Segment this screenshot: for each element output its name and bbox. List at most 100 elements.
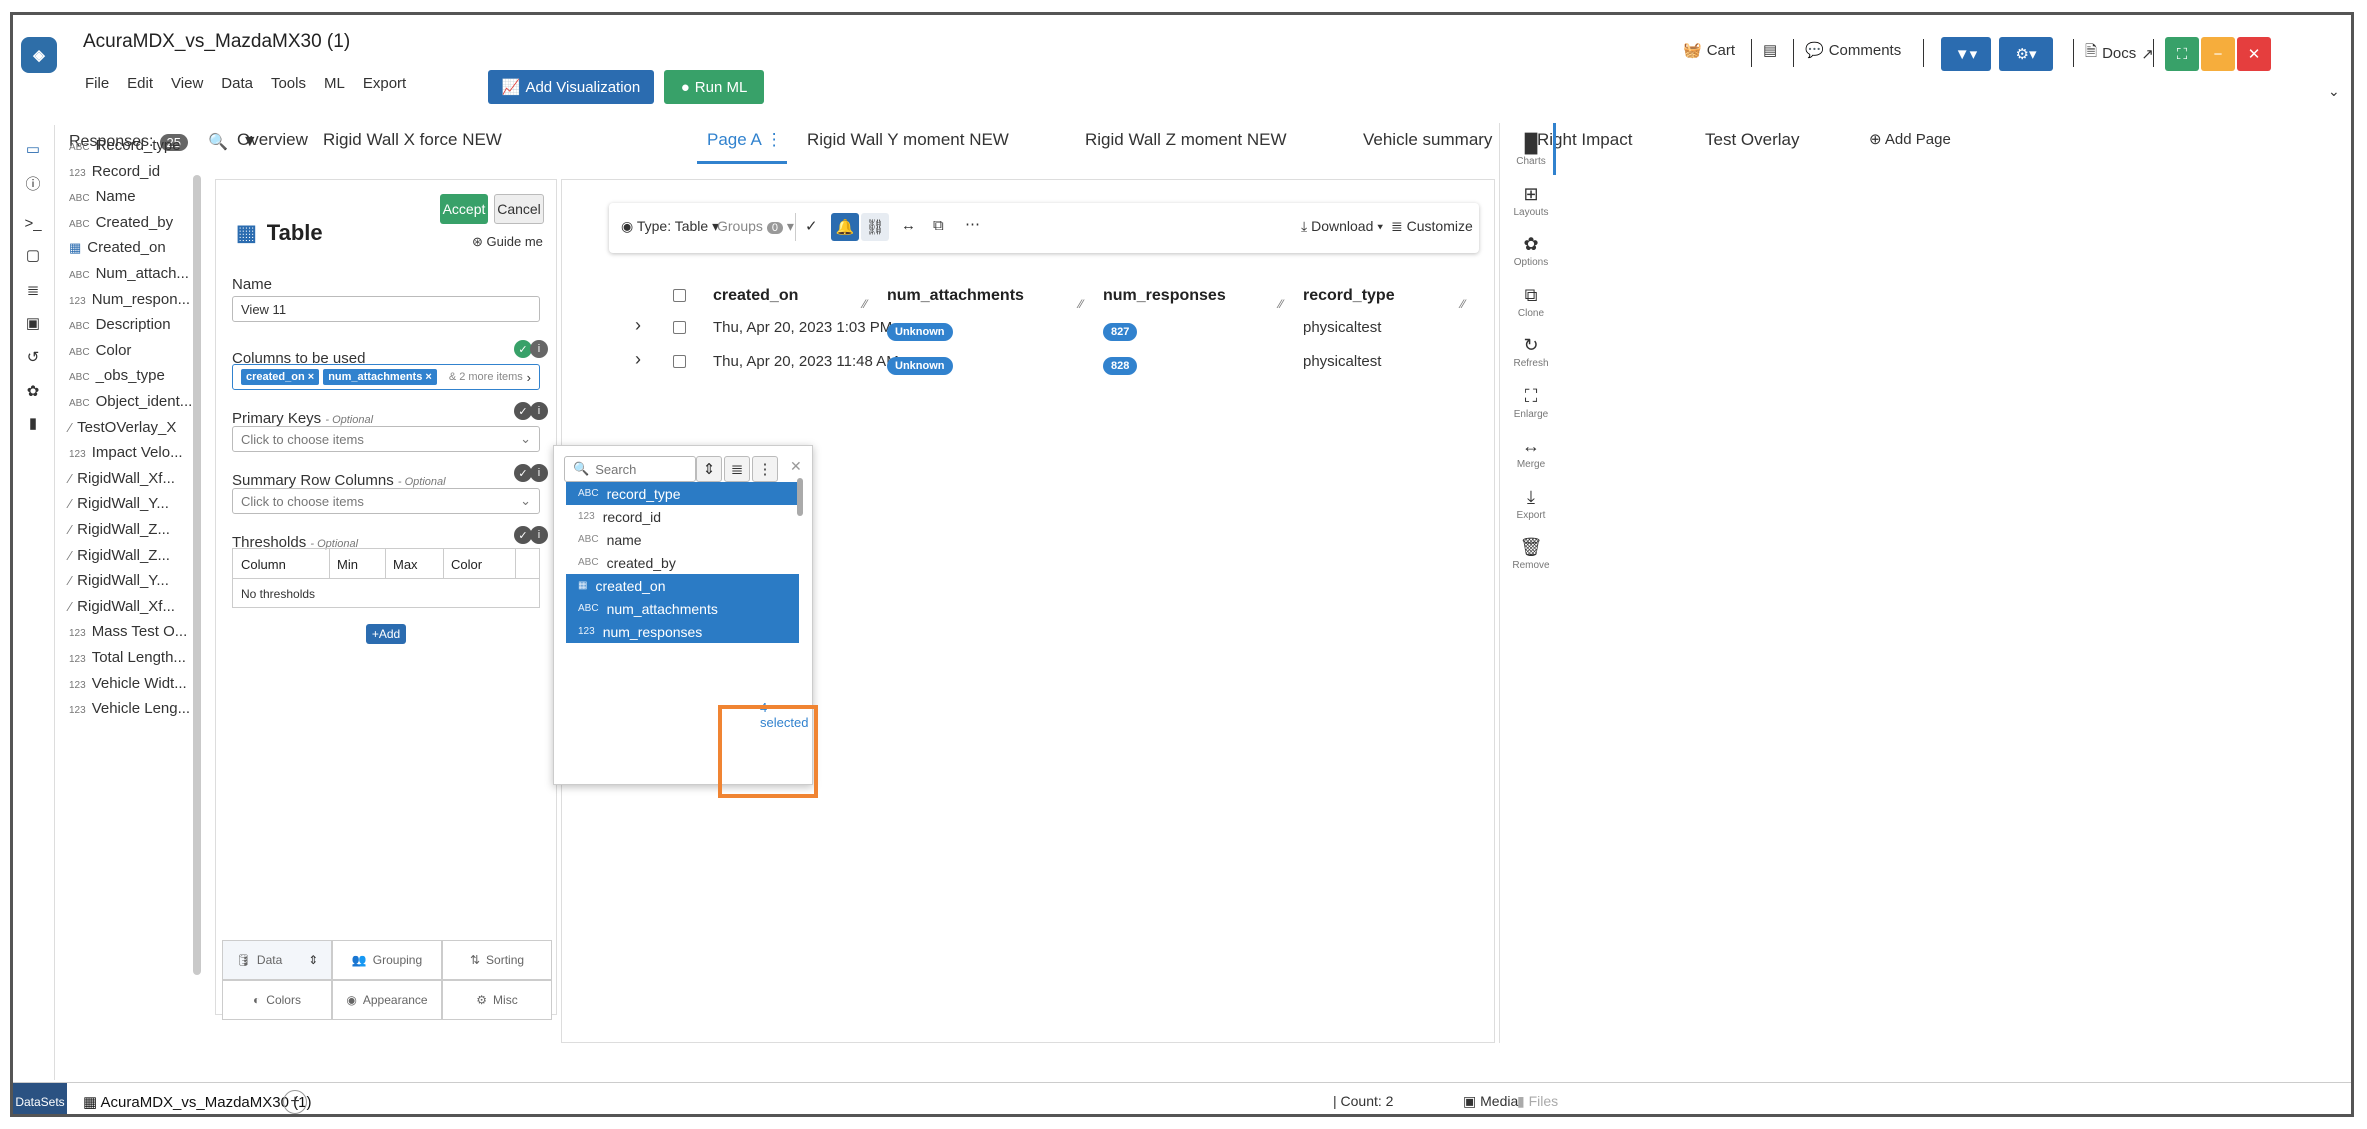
bell-icon[interactable]: 🔔: [831, 213, 859, 241]
tab-rigid-wall-x-force[interactable]: Rigid Wall X force NEW: [323, 130, 502, 150]
rail-layouts-button[interactable]: ⊞ Layouts: [1503, 184, 1559, 218]
add-visualization-button[interactable]: 📈 Add Visualization: [488, 70, 654, 104]
summary-row-select[interactable]: Click to choose items ⌄: [232, 488, 540, 514]
response-item[interactable]: ABC Record_type: [69, 137, 181, 154]
rail-refresh-button[interactable]: ↻ Refresh: [1503, 335, 1559, 369]
header-record-type[interactable]: record_type: [1303, 287, 1395, 305]
dropdown-search-input[interactable]: 🔍 Search: [564, 456, 696, 482]
menu-ml[interactable]: ML: [324, 75, 345, 92]
docs-link[interactable]: 🗎 Docs ↗: [2085, 41, 2154, 66]
response-item[interactable]: ABC Name: [69, 188, 136, 205]
more-icon[interactable]: ⋯: [965, 215, 980, 233]
rail-charts-button[interactable]: ▐▌ Charts: [1503, 133, 1559, 167]
response-item[interactable]: 123 Mass Test O...: [69, 623, 187, 640]
response-item[interactable]: 123 Num_respon...: [69, 291, 190, 308]
dataset-tab[interactable]: ▦ AcuraMDX_vs_MazdaMX30 (1): [83, 1093, 311, 1111]
response-item[interactable]: 123 Impact Velo...: [69, 444, 183, 461]
response-item[interactable]: ABC _obs_type: [69, 367, 165, 384]
resize-handle[interactable]: ⁄⁄: [1461, 297, 1465, 311]
dropdown-option[interactable]: ABC record_type: [566, 482, 799, 505]
info-icon[interactable]: i: [530, 402, 548, 420]
expand-row-icon[interactable]: ›: [635, 315, 641, 336]
dropdown-option[interactable]: 123 record_id: [566, 505, 799, 528]
tree-icon[interactable]: ⛓: [861, 213, 889, 241]
rail-enlarge-button[interactable]: ⛶ Enlarge: [1503, 386, 1559, 420]
image-icon[interactable]: ▣: [23, 313, 43, 333]
response-item[interactable]: ▦ Created_on: [69, 239, 166, 256]
dropdown-option[interactable]: ABC created_by: [566, 551, 799, 574]
run-ml-button[interactable]: ● Run ML: [664, 70, 764, 104]
expand-row-icon[interactable]: ›: [635, 349, 641, 370]
response-item[interactable]: ⁄ RigidWall_Y...: [69, 495, 169, 512]
menu-file[interactable]: File: [85, 75, 109, 92]
response-item[interactable]: ⁄ RigidWall_Xf...: [69, 470, 175, 487]
guide-me-link[interactable]: ⊛ Guide me: [472, 234, 543, 250]
info-icon[interactable]: i: [530, 464, 548, 482]
rail-remove-button[interactable]: 🗑 Remove: [1503, 537, 1559, 571]
gear-icon[interactable]: ✿: [23, 381, 43, 401]
close-icon[interactable]: ✕: [790, 458, 802, 475]
response-item[interactable]: 123 Vehicle Leng...: [69, 700, 190, 717]
rail-export-button[interactable]: ⤓ Export: [1503, 487, 1559, 521]
resize-handle[interactable]: ⁄⁄: [863, 297, 867, 311]
filter-menu-button[interactable]: ▼▾: [1941, 37, 1991, 71]
type-dropdown[interactable]: ◉ Type: Table ▾: [621, 218, 719, 235]
menu-edit[interactable]: Edit: [127, 75, 153, 92]
sort-icon[interactable]: ⇕: [696, 456, 722, 482]
minimize-window-button[interactable]: −: [2201, 37, 2235, 71]
tab-rigid-wall-y-moment[interactable]: Rigid Wall Y moment NEW: [807, 130, 1009, 150]
groups-dropdown[interactable]: Groups 0 ▾: [717, 218, 794, 235]
resize-handle[interactable]: ⁄⁄: [1079, 297, 1083, 311]
info-icon[interactable]: ⓘ: [23, 173, 43, 193]
settings-tab-appearance[interactable]: ◉ Appearance: [332, 980, 442, 1020]
row-checkbox[interactable]: [673, 355, 686, 368]
response-item[interactable]: ⁄ RigidWall_Z...: [69, 547, 170, 564]
response-item[interactable]: 123 Total Length...: [69, 649, 186, 666]
more-vertical-icon[interactable]: ⋮: [752, 456, 778, 482]
comments-button[interactable]: 💬 Comments: [1805, 41, 1901, 60]
response-item[interactable]: ABC Num_attach...: [69, 265, 189, 282]
header-created-on[interactable]: created_on: [713, 287, 798, 305]
cart-button[interactable]: 🧺 Cart: [1683, 41, 1735, 60]
header-num-responses[interactable]: num_responses: [1103, 287, 1226, 305]
response-item[interactable]: ABC Description: [69, 316, 171, 333]
menu-export[interactable]: Export: [363, 75, 406, 92]
response-item[interactable]: ⁄ RigidWall_Z...: [69, 521, 170, 538]
tab-rigid-wall-z-moment[interactable]: Rigid Wall Z moment NEW: [1085, 130, 1287, 150]
row-checkbox[interactable]: [673, 321, 686, 334]
terminal-icon[interactable]: >_: [23, 213, 43, 233]
customize-button[interactable]: ≣ Customize: [1391, 218, 1473, 235]
square-icon[interactable]: ▢: [23, 245, 43, 265]
check-double-icon[interactable]: ✓: [805, 217, 818, 235]
menu-data[interactable]: Data: [221, 75, 253, 92]
response-item[interactable]: ⁄ RigidWall_Xf...: [69, 598, 175, 615]
resize-handle[interactable]: ⁄⁄: [1279, 297, 1283, 311]
select-all-checkbox[interactable]: [673, 289, 686, 302]
dropdown-option[interactable]: ABC name: [566, 528, 799, 551]
settings-menu-button[interactable]: ⚙▾: [1999, 37, 2053, 71]
history-icon[interactable]: ↺: [23, 347, 43, 367]
layout-icon[interactable]: ▤: [1763, 41, 1777, 59]
settings-tab-data[interactable]: 🛢 Data ⇕: [222, 940, 332, 980]
add-tab-button[interactable]: +: [283, 1090, 307, 1114]
chip-num-attachments[interactable]: num_attachments ×: [323, 369, 437, 385]
dropdown-scrollbar[interactable]: [797, 478, 803, 516]
rail-options-button[interactable]: ✿ Options: [1503, 234, 1559, 268]
response-item[interactable]: ⁄ RigidWall_Y...: [69, 572, 169, 589]
response-item[interactable]: ABC Object_ident...: [69, 393, 192, 410]
columns-select[interactable]: created_on × num_attachments × & 2 more …: [232, 364, 540, 390]
file-icon[interactable]: ▮: [23, 413, 43, 433]
download-dropdown[interactable]: ⤓ Download ▾: [1301, 218, 1383, 235]
chevron-down-icon[interactable]: ⌄: [2328, 83, 2340, 100]
expand-window-button[interactable]: ⛶: [2165, 37, 2199, 71]
settings-tab-misc[interactable]: ⚙ Misc: [442, 980, 552, 1020]
dropdown-option[interactable]: ▦ created_on: [566, 574, 799, 597]
dropdown-option[interactable]: 123 num_responses: [566, 620, 799, 643]
rail-clone-button[interactable]: ⧉ Clone: [1503, 285, 1559, 319]
menu-view[interactable]: View: [171, 75, 203, 92]
arrows-horizontal-icon[interactable]: ↔: [901, 217, 916, 234]
response-item[interactable]: ABC Color: [69, 342, 131, 359]
settings-tab-grouping[interactable]: 👥 Grouping: [332, 940, 442, 980]
menu-tools[interactable]: Tools: [271, 75, 306, 92]
cancel-button[interactable]: Cancel: [494, 194, 544, 224]
